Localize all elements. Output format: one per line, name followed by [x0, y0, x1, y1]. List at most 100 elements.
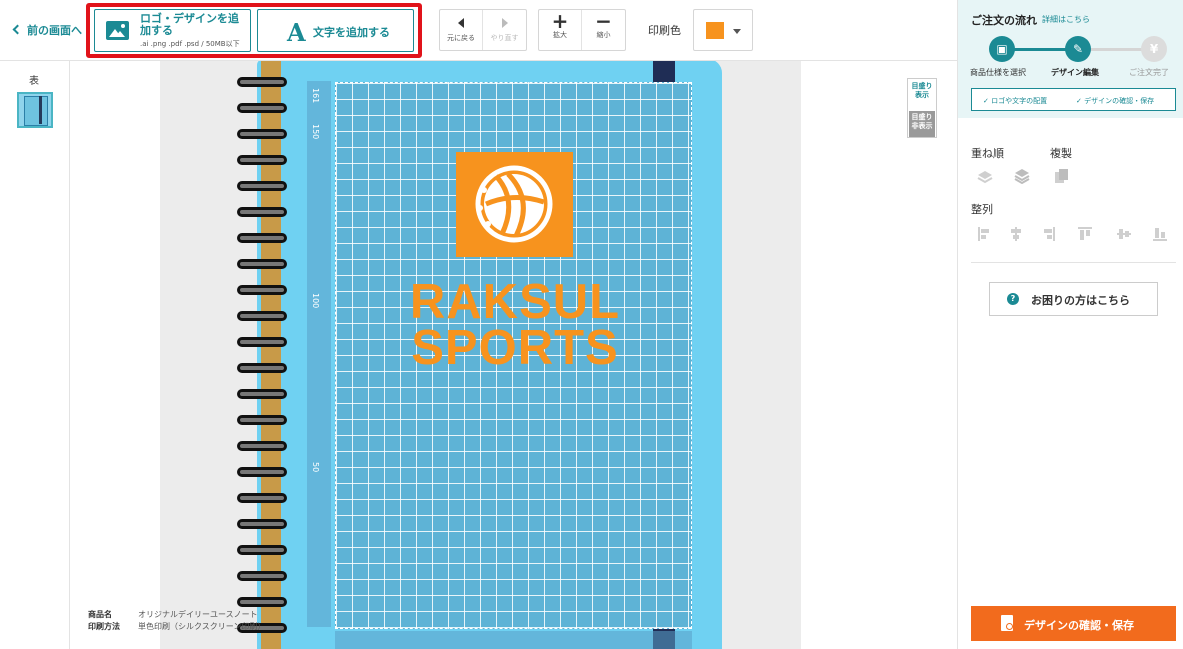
spiral-coil [237, 337, 287, 347]
zoom-group: + 拡大 − 縮小 [538, 9, 626, 51]
align-right-icon[interactable] [1040, 226, 1056, 242]
gift-icon: ▣ [996, 42, 1008, 56]
undo-icon [458, 18, 464, 28]
hide-ruler-button[interactable]: 目盛り非表示 [909, 111, 935, 137]
zoom-out-button[interactable]: − 縮小 [582, 10, 625, 50]
product-name-value: オリジナルデイリーユースノート [138, 610, 258, 619]
step-complete-label: ご注文完了 [1129, 68, 1169, 77]
add-text-button[interactable]: A 文字を追加する [257, 9, 414, 52]
add-logo-button[interactable]: ロゴ・デザインを追加する .ai .png .pdf .psd / 50MB以下 [94, 9, 251, 52]
help-label: お困りの方はこちら [1031, 294, 1130, 307]
ruler-label-100: 100 [311, 293, 320, 309]
add-logo-label: ロゴ・デザインを追加する [140, 12, 239, 37]
add-logo-formats: .ai .png .pdf .psd / 50MB以下 [140, 40, 240, 48]
order-flow-title: ご注文の流れ [971, 14, 1037, 27]
spiral-coil [237, 233, 287, 243]
history-group: 元に戻る やり直す [439, 9, 527, 51]
plus-icon: + [551, 9, 569, 33]
layer-order-label: 重ね順 [971, 147, 1004, 160]
product-info: 商品名 オリジナルデイリーユースノート 印刷方法 単色印刷（シルクスクリーン印刷） [88, 609, 265, 633]
spiral-coil [237, 441, 287, 451]
substep-place: ✓ ロゴや文字の配置 [983, 97, 1048, 105]
spiral-coil [237, 207, 287, 217]
align-left-icon[interactable] [977, 226, 993, 242]
back-label: 前の画面へ [27, 24, 82, 37]
align-top-icon[interactable] [1077, 226, 1093, 242]
design-substeps: ✓ ロゴや文字の配置 ✓ デザインの確認・保存 [971, 88, 1176, 111]
spiral-coil [237, 493, 287, 503]
horizontal-ruler [335, 631, 692, 649]
step-spec-label: 商品仕様を選択 [970, 68, 1026, 77]
ruler-toggle: 目盛り表示 目盛り非表示 [907, 78, 937, 138]
undo-button[interactable]: 元に戻る [440, 10, 483, 50]
step-spec: ▣ [989, 36, 1015, 62]
brand-line-1: RAKSUL [409, 275, 621, 329]
question-icon: ? [1007, 293, 1019, 305]
spiral-coil [237, 129, 287, 139]
duplicate-label: 複製 [1050, 147, 1072, 160]
order-flow: ご注文の流れ 詳細はこちら ▣ ✎ ¥ 商品仕様を選択 デザイン編集 ご注文完了… [958, 0, 1183, 118]
product-name-key: 商品名 [88, 610, 112, 619]
logo-design-element[interactable] [456, 152, 573, 257]
design-editor: 前の画面へ ロゴ・デザインを追加する .ai .png .pdf .psd / … [0, 0, 1183, 649]
substep-confirm: ✓ デザインの確認・保存 [1076, 97, 1155, 105]
zoom-in-button[interactable]: + 拡大 [539, 10, 582, 50]
order-flow-detail-link[interactable]: 詳細はこちら [1042, 14, 1090, 25]
page-thumbnail-front[interactable] [17, 92, 53, 128]
spiral-coil [237, 285, 287, 295]
spiral-coil [237, 311, 287, 321]
vertical-ruler [307, 81, 331, 627]
print-method-key: 印刷方法 [88, 622, 120, 631]
redo-icon [501, 18, 508, 28]
print-method-value: 単色印刷（シルクスクリーン印刷） [138, 622, 266, 631]
notebook-page-edge [261, 61, 281, 649]
color-swatch [706, 22, 724, 39]
text-a-icon: A [287, 18, 306, 47]
redo-label: やり直す [490, 34, 519, 42]
design-canvas[interactable]: 161 150 100 50 RAKSUL SPORTS 商品名 オリジナルデイリ… [71, 61, 957, 649]
confirm-save-button[interactable]: デザインの確認・保存 [971, 606, 1176, 641]
print-color-label: 印刷色 [648, 24, 681, 37]
minus-icon: − [595, 9, 612, 33]
page-front-label: 表 [29, 76, 39, 87]
chevron-left-icon [12, 24, 23, 35]
add-text-label: 文字を追加する [313, 26, 390, 39]
caret-down-icon [733, 29, 741, 34]
spiral-coil [237, 571, 287, 581]
spiral-coil [237, 155, 287, 165]
bring-forward-icon[interactable] [977, 169, 993, 185]
yen-icon: ¥ [1149, 42, 1159, 56]
send-backward-icon[interactable] [1014, 168, 1030, 184]
ruler-label-150: 150 [311, 124, 320, 140]
zoom-out-label: 縮小 [596, 31, 611, 39]
zoom-in-label: 拡大 [553, 31, 567, 39]
confirm-save-label: デザインの確認・保存 [1024, 619, 1134, 632]
spiral-coil [237, 545, 287, 555]
show-ruler-button[interactable]: 目盛り表示 [910, 82, 934, 100]
panel-divider [971, 262, 1176, 263]
document-search-icon [1001, 615, 1013, 631]
print-color-select[interactable] [693, 9, 753, 51]
spiral-coil [237, 259, 287, 269]
spiral-coil [237, 519, 287, 529]
ruler-label-161: 161 [311, 88, 320, 104]
ruler-label-50: 50 [311, 462, 320, 473]
help-button[interactable]: ? お困りの方はこちら [989, 282, 1158, 316]
spiral-coil [237, 77, 287, 87]
align-middle-icon[interactable] [1116, 226, 1132, 242]
toolbar: 前の画面へ ロゴ・デザインを追加する .ai .png .pdf .psd / … [0, 0, 957, 61]
step-complete: ¥ [1141, 36, 1167, 62]
side-panel: ご注文の流れ 詳細はこちら ▣ ✎ ¥ 商品仕様を選択 デザイン編集 ご注文完了… [957, 0, 1183, 649]
brand-text-element[interactable]: RAKSUL SPORTS [409, 275, 621, 375]
redo-button[interactable]: やり直す [483, 10, 526, 50]
back-link[interactable]: 前の画面へ [12, 22, 82, 38]
align-center-icon[interactable] [1008, 226, 1024, 242]
spiral-coil [237, 363, 287, 373]
align-bottom-icon[interactable] [1152, 226, 1168, 242]
spiral-coil [237, 389, 287, 399]
brand-line-2: SPORTS [411, 321, 619, 375]
image-icon [106, 21, 129, 40]
spiral-coil [237, 181, 287, 191]
spiral-coil [237, 597, 287, 607]
duplicate-icon[interactable] [1054, 168, 1070, 184]
